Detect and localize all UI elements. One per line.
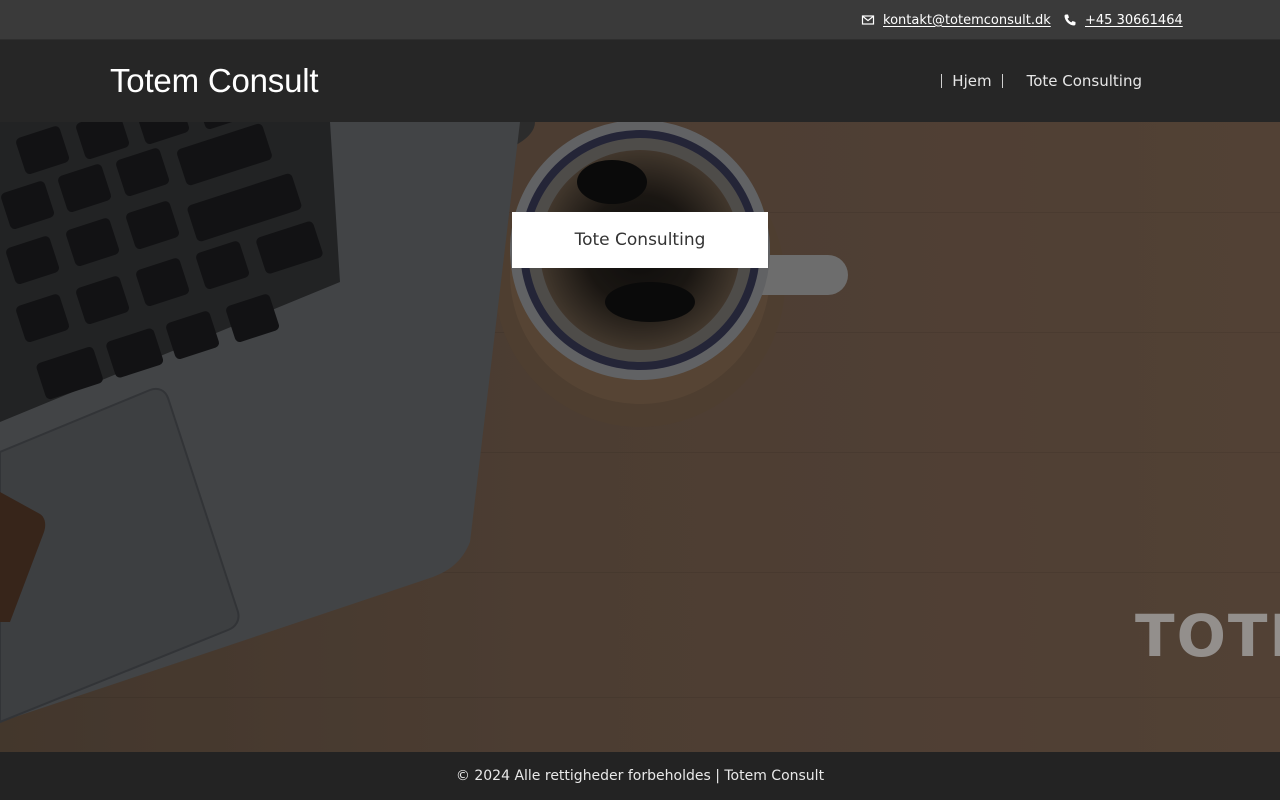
top-contact-bar: kontakt@totemconsult.dk +45 30661464 — [0, 0, 1280, 40]
site-footer: © 2024 Alle rettigheder forbeholdes | To… — [0, 752, 1280, 800]
contact-email: kontakt@totemconsult.dk — [861, 0, 1051, 40]
site-logo-text[interactable]: Totem Consult — [110, 40, 319, 122]
nav-item-tote-consulting[interactable]: Tote Consulting — [1003, 72, 1152, 90]
totem-watermark: TOTE — [1135, 602, 1280, 670]
copyright-text: © 2024 Alle rettigheder forbeholdes | To… — [455, 768, 825, 784]
contact-phone: +45 30661464 — [1063, 0, 1183, 40]
hero-section: TOTE Tote Consulting — [0, 122, 1280, 752]
hero-cta-button[interactable]: Tote Consulting — [512, 212, 768, 268]
phone-link[interactable]: +45 30661464 — [1085, 13, 1183, 28]
envelope-icon — [861, 15, 875, 25]
email-link[interactable]: kontakt@totemconsult.dk — [883, 13, 1051, 28]
nav-item-hjem[interactable]: Hjem — [942, 72, 1001, 90]
phone-icon — [1064, 14, 1076, 26]
main-nav: Hjem Tote Consulting — [941, 40, 1152, 122]
site-header: Totem Consult Hjem Tote Consulting — [0, 40, 1280, 122]
